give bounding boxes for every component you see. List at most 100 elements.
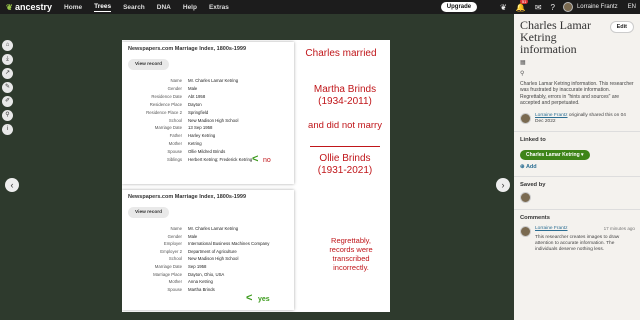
language-selector[interactable]: EN	[628, 4, 636, 10]
comments-heading: Comments	[520, 214, 550, 221]
field-label: Mother	[168, 279, 182, 285]
media-image: Newspapers.com Marriage Index, 1800s-199…	[122, 40, 390, 312]
nav-extras[interactable]: Extras	[209, 4, 229, 11]
help-icon[interactable]: ?	[551, 3, 555, 12]
chevron-down-icon: ▾	[581, 151, 584, 158]
sharer-link[interactable]: Lorraine Frantz	[535, 113, 568, 118]
nav-help[interactable]: Help	[183, 4, 197, 11]
field-value: Sep 1958	[188, 263, 207, 269]
field-value: Dayton, Ohio, USA	[188, 271, 225, 277]
add-label: Add	[525, 163, 537, 170]
tool-rail: ⌂ ⤓ ↗ ✎ ✐ ⚲ i	[2, 40, 14, 135]
edit-button[interactable]: Edit	[609, 21, 634, 33]
annotation-martha-brinds: Martha Brinds (1934-2011)	[313, 84, 377, 107]
location-pin-icon: ⚲	[520, 71, 525, 77]
record-card-2: Newspapers.com Marriage Index, 1800s-199…	[122, 190, 294, 310]
upgrade-button[interactable]: Upgrade	[440, 2, 478, 12]
notification-badge: 51	[519, 0, 529, 4]
nav-search[interactable]: Search	[123, 4, 145, 11]
field-value: Mr. Charles Lamar Ketring	[188, 226, 239, 231]
field-value: 13 Sep 1958	[188, 125, 213, 131]
share-icon[interactable]: ↗	[2, 68, 13, 79]
nav-trees[interactable]: Trees	[94, 3, 112, 12]
field-label: Gender	[167, 85, 182, 91]
record-field-row: Marriage Place Dayton, Ohio, USA	[128, 271, 288, 279]
next-arrow-icon[interactable]: ›	[496, 178, 510, 192]
add-link-button[interactable]: ⊕ Add	[520, 164, 634, 170]
field-value: Department of Agriculture	[188, 248, 237, 254]
nav-home[interactable]: Home	[64, 4, 82, 11]
field-label: Spouse	[167, 286, 182, 292]
view-record-button: View record	[128, 207, 170, 218]
field-label: Spouse	[167, 149, 182, 155]
field-label: Marriage Place	[153, 271, 182, 277]
link-icon[interactable]: ⚲	[2, 110, 13, 121]
info-icon[interactable]: i	[2, 124, 13, 135]
record-field-row: Father Harley Ketring	[128, 132, 288, 140]
field-value: Male	[188, 85, 198, 91]
previous-arrow-icon[interactable]: ‹	[5, 178, 19, 192]
annotation-charles-married: Charles married	[305, 48, 377, 59]
field-label: Mother	[168, 141, 182, 147]
record-field-row: Mother Anna Ketring	[128, 278, 288, 286]
linked-to-heading: Linked to	[520, 136, 546, 143]
record-field-row: School New Madison High School	[128, 117, 288, 125]
field-value: New Madison High School	[188, 117, 239, 123]
nav-dna[interactable]: DNA	[157, 4, 171, 11]
field-value: Ketring	[188, 141, 202, 147]
commenter-link[interactable]: Lorraine Frantz	[535, 226, 568, 232]
annotation-did-not-marry: and did not marry	[308, 120, 382, 131]
user-name[interactable]: Lorraine Frantz	[577, 4, 618, 10]
avatar[interactable]	[520, 191, 531, 203]
media-description: Charles Lamar Ketring information. This …	[520, 81, 634, 107]
top-navigation: ❦ ancestry Home Trees Search DNA Help Ex…	[0, 0, 640, 14]
record-field-row: Employer 2 Department of Agriculture	[128, 248, 288, 256]
record-field-row: Name Mr. Charles Lamar Ketring	[128, 77, 288, 85]
less-than-mark: <	[252, 153, 259, 165]
field-label: Siblings	[166, 157, 182, 163]
linked-person-tag[interactable]: Charles Lamar Ketring ▾	[520, 149, 590, 160]
edit-icon[interactable]: ✎	[2, 82, 13, 93]
record-field-row: Marriage Date Sep 1958	[128, 263, 288, 271]
home-icon[interactable]: ⌂	[2, 40, 13, 51]
ancestry-logo[interactable]: ❦ ancestry	[6, 2, 52, 12]
record-title: Newspapers.com Marriage Index, 1800s-199…	[128, 46, 247, 52]
field-label: Employer 2	[160, 248, 182, 254]
field-value: Harley Ketring	[188, 133, 216, 139]
annotation-no: no	[263, 157, 271, 164]
field-label: School	[168, 256, 182, 262]
field-value: New Madison High School	[188, 256, 239, 262]
logo-text: ancestry	[15, 2, 53, 12]
hint-leaf-icon[interactable]: ❦	[500, 3, 507, 12]
pen-icon[interactable]: ✐	[2, 96, 13, 107]
record-field-row: Marriage Date 13 Sep 1958	[128, 124, 288, 132]
annotation-ollie-brinds: Ollie Brinds (1931-2021)	[317, 153, 373, 176]
field-value: Martha Brinds	[188, 286, 215, 292]
record-title: Newspapers.com Marriage Index, 1800s-199…	[128, 194, 247, 200]
comment-time: 17 minutes ago	[603, 225, 635, 231]
download-icon[interactable]: ⤓	[2, 54, 13, 65]
record-field-row: Name Mr. Charles Lamar Ketring	[128, 225, 288, 233]
record-field-row: Spouse Martha Brinds	[128, 286, 288, 294]
avatar[interactable]	[520, 225, 531, 237]
linked-person-label: Charles Lamar Ketring	[526, 151, 580, 158]
field-label: Marriage Date	[154, 125, 182, 131]
field-label: Marriage Date	[154, 263, 182, 269]
less-than-mark: <	[246, 292, 253, 304]
nav-right: Upgrade ❦ 🔔 51 ✉ ? Lorraine Frantz EN	[440, 0, 636, 13]
field-value: Mr. Charles Lamar Ketring	[188, 78, 239, 83]
field-label: Residence Date	[151, 93, 182, 99]
field-value: Herbert Ketring; Frederick Ketring	[188, 157, 253, 163]
avatar[interactable]	[520, 112, 531, 124]
record-field-row: Gender Male	[128, 233, 288, 241]
field-value: Male	[188, 233, 198, 239]
messages-icon[interactable]: ✉	[535, 3, 542, 12]
user-avatar[interactable]	[562, 2, 573, 12]
media-info-panel: Charles Lamar Ketring information Edit ▦…	[514, 14, 640, 320]
leaf-icon: ❦	[6, 2, 13, 12]
notifications-icon[interactable]: 🔔 51	[516, 0, 529, 12]
divider	[514, 175, 640, 177]
field-label: Gender	[167, 233, 182, 239]
record-field-row: Residence Place Dayton	[128, 101, 288, 109]
annotation-regrettably: Regrettably, records were transcribed in…	[329, 236, 373, 272]
